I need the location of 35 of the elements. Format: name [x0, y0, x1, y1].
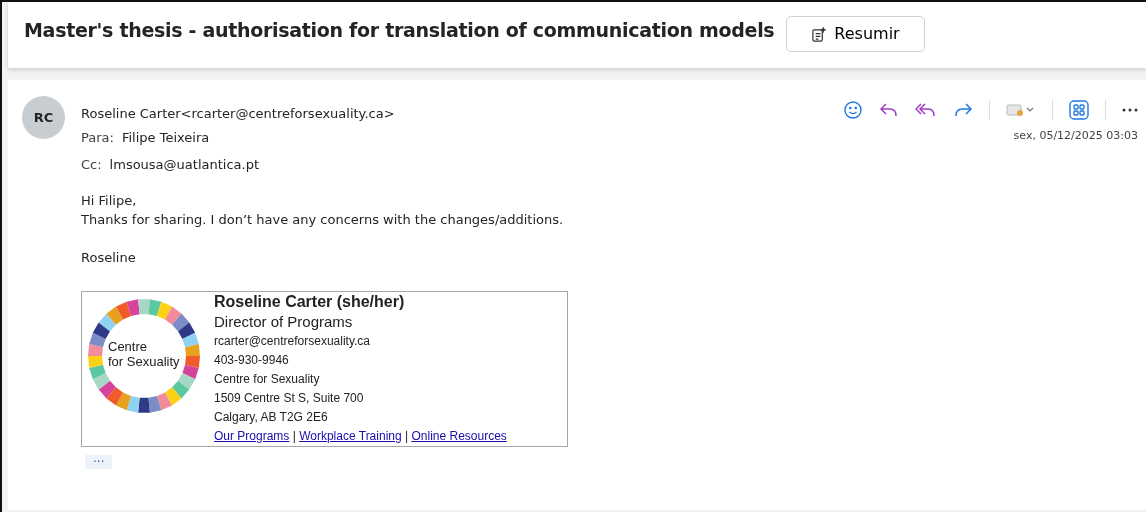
body-text: Roseline [81, 249, 136, 265]
signature-line: Calgary, AB T2G 2E6 [214, 408, 329, 426]
signature-line: Centre for Sexuality [214, 370, 321, 388]
summary-icon [811, 26, 827, 42]
summarize-button[interactable]: Resumir [786, 16, 925, 52]
reply-icon[interactable] [879, 100, 899, 119]
apps-icon[interactable] [1069, 99, 1089, 120]
signature-link[interactable]: Workplace Training [299, 428, 402, 443]
body-text: Hi Filipe, [81, 192, 137, 208]
sender-address[interactable]: Roseline Carter<rcarter@centreforsexuality.ca> [81, 96, 395, 124]
link-separator: | [404, 428, 410, 443]
reply-all-icon[interactable] [915, 100, 937, 119]
email-subject: Master's thesis - authorisation for translation of communication models [24, 18, 775, 43]
emoji-icon[interactable] [843, 99, 863, 120]
signature-link[interactable]: Online Resources [411, 428, 507, 443]
logo-text: for Sexuality [108, 353, 180, 369]
signature-line: 1509 Centre St S, Suite 700 [214, 389, 365, 407]
signature-link[interactable]: Our Programs [214, 428, 290, 443]
message-date: sex, 05/12/2025 03:03 [1013, 127, 1138, 144]
sender-avatar: RC [22, 96, 65, 139]
recipient-name[interactable]: Filipe Teixeira [121, 127, 210, 147]
signature-name: Roseline Carter (she/her) [214, 291, 406, 312]
cc-recipient[interactable]: lmsousa@uatlantica.pt [109, 155, 259, 175]
signature-title: Director of Programs [214, 311, 354, 332]
signature-line: 403-930-9946 [214, 351, 290, 369]
link-separator: | [291, 428, 297, 443]
cc-label: Cc: [81, 156, 102, 174]
more-options-icon[interactable] [1122, 107, 1138, 112]
to-label: Para: [81, 128, 114, 147]
body-text: Thanks for sharing. I don’t have any concerns with the changes/additions. [81, 211, 564, 227]
tag-dropdown-icon[interactable] [1006, 102, 1036, 117]
signature-line: rcarter@centreforsexuality.ca [214, 332, 371, 350]
show-more-button[interactable]: ··· [85, 454, 113, 469]
logo-text: Centre [108, 338, 149, 354]
forward-icon[interactable] [953, 100, 973, 119]
